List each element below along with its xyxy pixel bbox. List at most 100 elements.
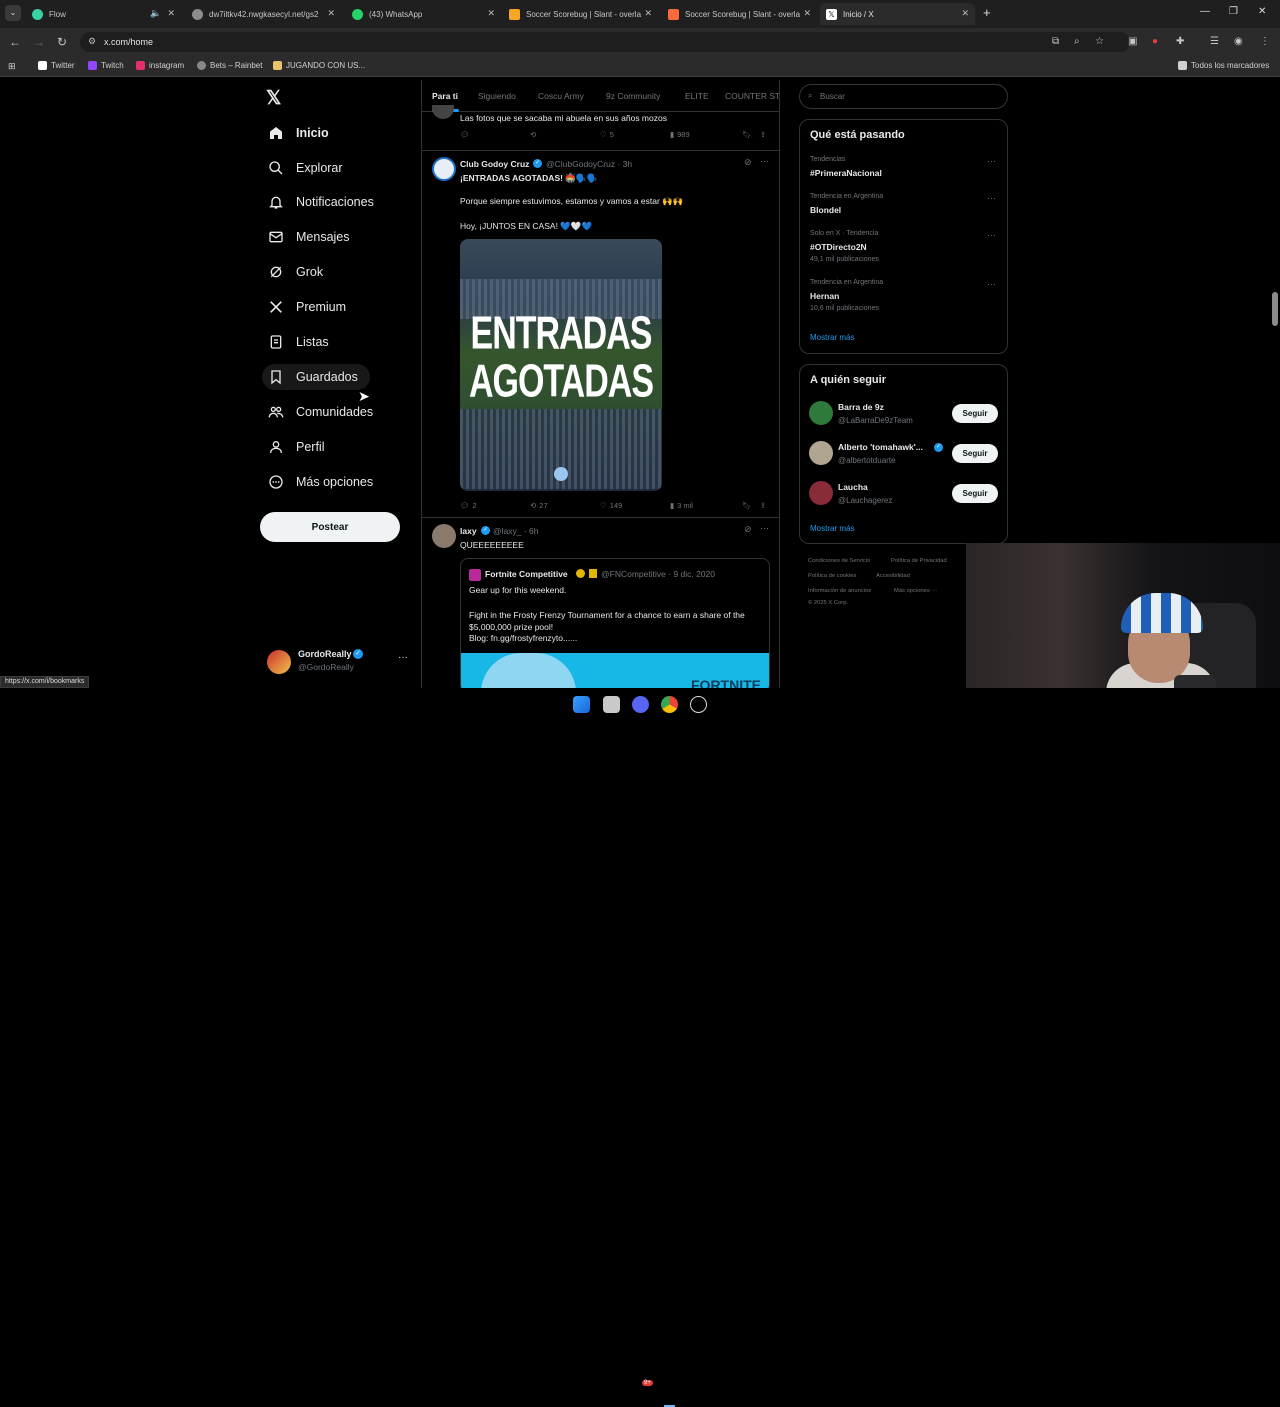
opera-icon[interactable]: ● [1152, 36, 1158, 47]
show-more-follow-link[interactable]: Mostrar más [810, 524, 854, 533]
page-scrollbar[interactable] [1272, 292, 1278, 326]
bookmark-icon[interactable]: 🔖︎ [742, 130, 752, 139]
bookmark-twitter[interactable]: Twitter [38, 61, 75, 70]
close-window-button[interactable]: ✕ [1258, 6, 1266, 17]
reading-list-icon[interactable]: ☰ [1210, 36, 1219, 47]
back-icon[interactable]: ← [9, 35, 21, 49]
trend-item[interactable]: Tendencia en Argentina Blondel ··· [800, 193, 1007, 223]
footer-link[interactable]: Política de Privacidad [891, 558, 947, 564]
show-more-trends-link[interactable]: Mostrar más [810, 333, 854, 342]
grok-icon[interactable]: ⊘ [744, 524, 752, 535]
quote-tweet[interactable]: Fortnite Competitive @FNCompetitive · 9 … [460, 558, 770, 688]
trend-item[interactable]: Tendencia en Argentina Hernan 10,6 mil p… [800, 279, 1007, 319]
tab-scorebug-1[interactable]: Soccer Scorebug | Slant - overla ✕ [503, 3, 658, 25]
tweet-media[interactable]: ENTRADAS AGOTADAS [460, 239, 662, 491]
x-logo-icon[interactable]: 𝕏 [266, 87, 281, 110]
nav-more[interactable]: Más opciones [262, 469, 373, 495]
trend-item[interactable]: Tendencias #PrimeraNacional ··· [800, 156, 1007, 186]
tab-search-button[interactable]: ⌄ [5, 5, 21, 21]
extension-icon[interactable]: ▣ [1128, 36, 1137, 47]
nav-home[interactable]: Inicio [262, 120, 329, 146]
account-switcher[interactable]: GordoReally ✓ @GordoReally ··· [262, 646, 412, 676]
tweet-godoy-cruz[interactable]: Club Godoy Cruz ✓ @ClubGodoyCruz · 3h ⊘ … [422, 151, 779, 517]
more-icon[interactable]: ··· [760, 523, 769, 533]
cast-icon[interactable]: ⧉ [1052, 36, 1059, 47]
more-icon[interactable]: ··· [987, 279, 996, 289]
more-icon[interactable]: ··· [398, 652, 408, 663]
new-tab-button[interactable]: + [983, 5, 991, 20]
retweet-icon[interactable]: ⟲ [530, 130, 536, 139]
footer-link[interactable]: Accesibilidad [876, 573, 910, 579]
extensions-icon[interactable]: ✚ [1176, 36, 1184, 47]
bookmark-jugando[interactable]: JUGANDO CON US... [273, 61, 365, 70]
follow-button[interactable]: Seguir [952, 404, 998, 423]
close-tab-icon[interactable]: ✕ [644, 8, 652, 19]
retweet-button[interactable]: ⟲ 27 [530, 501, 548, 510]
clock-app-icon[interactable] [690, 696, 707, 713]
search-input[interactable]: ⌕ Buscar [799, 84, 1008, 109]
share-icon[interactable]: ⇪ [760, 130, 766, 139]
reply-icon[interactable]: 💬︎ [460, 130, 470, 139]
url-bar[interactable]: ⚙ x.com/home [80, 32, 1130, 52]
like-button[interactable]: ♡ 149 [600, 501, 622, 510]
close-tab-icon[interactable]: ✕ [487, 8, 495, 19]
tab-whatsapp[interactable]: (43) WhatsApp ✕ [346, 3, 501, 25]
follow-button[interactable]: Seguir [952, 444, 998, 463]
more-icon[interactable]: ··· [987, 193, 996, 203]
tab-counter-strike[interactable]: COUNTER STR [725, 91, 779, 101]
nav-premium[interactable]: Premium [262, 294, 346, 320]
footer-link[interactable]: Información de anuncios [808, 588, 871, 594]
discord-icon[interactable] [632, 696, 649, 713]
tab-coscu-army[interactable]: Coscu Army [538, 91, 584, 101]
chrome-icon[interactable] [661, 696, 678, 713]
tab-flow[interactable]: Flow 🔈 ✕ [26, 3, 181, 25]
bookmark-instagram[interactable]: instagram [136, 61, 184, 70]
apps-icon[interactable]: ⊞ [8, 61, 16, 72]
tab-x-home[interactable]: 𝕏 Inicio / X ✕ [820, 3, 975, 25]
follow-suggestion[interactable]: Alberto 'tomahawk'... ✓ @albertotduarte … [800, 439, 1007, 471]
nav-grok[interactable]: Grok [262, 259, 323, 285]
views-button[interactable]: ▮ 989 [670, 130, 690, 139]
tweet-laxy[interactable]: laxy ✓ @laxy_ · 6h ⊘ ··· QUEEEEEEEEE For… [422, 518, 779, 688]
tab-following[interactable]: Siguiendo [478, 91, 516, 101]
nav-communities[interactable]: Comunidades [262, 399, 373, 425]
views-button[interactable]: ▮ 3 mil [670, 501, 693, 510]
bookmark-rainbet[interactable]: Bets – Rainbet [197, 61, 262, 70]
profile-avatar-icon[interactable]: ◉ [1234, 36, 1243, 47]
close-tab-icon[interactable]: ✕ [167, 8, 175, 19]
nav-notifications[interactable]: Notificaciones [262, 189, 374, 215]
footer-link[interactable]: Condiciones de Servicio [808, 558, 870, 564]
minimize-button[interactable]: — [1200, 6, 1210, 17]
file-explorer-icon[interactable] [603, 696, 620, 713]
tab-dw7[interactable]: dw7iltkv42.nwgkasecyl.net/gs2 ✕ [186, 3, 341, 25]
nav-profile[interactable]: Perfil [262, 434, 324, 460]
trend-item[interactable]: Solo en X · Tendencia #OTDirecto2N 49,1 … [800, 230, 1007, 270]
more-icon[interactable]: ··· [760, 156, 769, 166]
tab-9z-community[interactable]: 9z Community [606, 91, 660, 101]
close-tab-icon[interactable]: ✕ [327, 8, 335, 19]
nav-explore[interactable]: Explorar [262, 155, 343, 181]
windows-start-icon[interactable] [573, 696, 590, 713]
footer-link[interactable]: Política de cookies [808, 573, 856, 579]
bookmark-icon[interactable]: 🔖︎ [742, 501, 752, 510]
site-info-icon[interactable]: ⚙ [88, 36, 96, 47]
nav-lists[interactable]: Listas [262, 329, 329, 355]
close-tab-icon[interactable]: ✕ [803, 8, 811, 19]
tab-scorebug-2[interactable]: Soccer Scorebug | Slant - overla ✕ [662, 3, 817, 25]
nav-messages[interactable]: Mensajes [262, 224, 350, 250]
tweet-prev[interactable]: Las fotos que se sacaba mi abuela en sus… [422, 105, 779, 149]
bookmark-twitch[interactable]: Twitch [88, 61, 124, 70]
menu-icon[interactable]: ⋮ [1260, 36, 1270, 47]
forward-icon[interactable]: → [33, 35, 45, 49]
more-icon[interactable]: ··· [987, 156, 996, 166]
follow-button[interactable]: Seguir [952, 484, 998, 503]
post-button[interactable]: Postear [260, 512, 400, 542]
follow-suggestion[interactable]: Laucha @Lauchagerez Seguir [800, 479, 1007, 511]
grok-icon[interactable]: ⊘ [744, 157, 752, 168]
nav-bookmarks[interactable]: Guardados [262, 364, 370, 390]
footer-link[interactable]: Más opciones ··· [894, 588, 937, 594]
tab-for-you[interactable]: Para ti [432, 91, 458, 101]
like-button[interactable]: ♡ 5 [600, 130, 614, 139]
follow-suggestion[interactable]: Barra de 9z @LaBarraDe9zTeam Seguir [800, 399, 1007, 431]
star-icon[interactable]: ☆ [1095, 36, 1104, 47]
